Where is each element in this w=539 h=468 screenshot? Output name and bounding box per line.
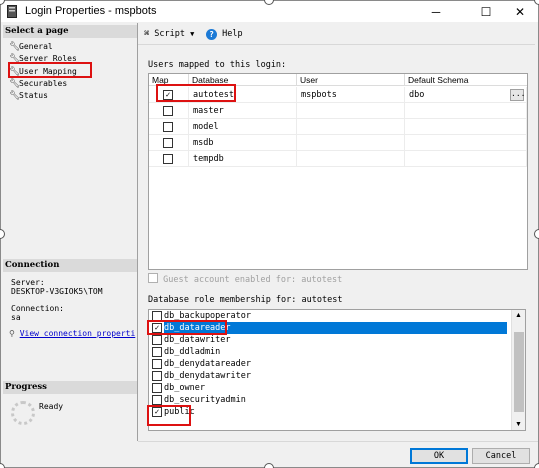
role-list-scrollbar[interactable]: ▲ ▼ bbox=[511, 310, 525, 430]
map-checkbox[interactable] bbox=[163, 106, 173, 116]
table-row[interactable]: tempdb bbox=[149, 151, 527, 167]
server-icon bbox=[7, 5, 17, 18]
role-label: db_ddladmin bbox=[164, 347, 221, 357]
user-cell[interactable] bbox=[297, 103, 405, 119]
user-cell[interactable] bbox=[297, 151, 405, 167]
left-panel: Select a page 🔧︎General 🔧︎Server Roles 🔧… bbox=[3, 23, 137, 463]
public-role-highlight bbox=[147, 405, 191, 426]
close-button[interactable]: ✕ bbox=[505, 1, 535, 22]
progress-header: Progress bbox=[3, 381, 137, 394]
help-button[interactable]: ? Help bbox=[206, 28, 243, 41]
list-item[interactable]: db_securityadmin bbox=[149, 394, 511, 406]
page-item-general[interactable]: 🔧︎General bbox=[9, 40, 53, 52]
database-cell: master bbox=[189, 103, 297, 119]
role-checkbox[interactable] bbox=[152, 383, 162, 393]
ok-button[interactable]: OK bbox=[410, 448, 468, 464]
minimize-button[interactable]: ─ bbox=[421, 1, 451, 22]
map-checkbox[interactable] bbox=[163, 154, 173, 164]
page-item-status[interactable]: 🔧︎Status bbox=[9, 89, 48, 101]
resize-handle-bottom-right[interactable] bbox=[534, 463, 539, 468]
toolbar: ⌘ Script ▼ ? Help bbox=[138, 23, 535, 45]
users-mapped-grid: Map Database User Default Schema ✓ autot… bbox=[148, 73, 528, 270]
connection-value: sa bbox=[11, 313, 21, 322]
wrench-icon: 🔧︎ bbox=[9, 90, 21, 100]
server-label: Server: bbox=[11, 278, 45, 287]
progress-spinner-icon bbox=[11, 401, 35, 425]
progress-status: Ready bbox=[39, 402, 64, 411]
role-checkbox[interactable] bbox=[152, 347, 162, 357]
role-checkbox[interactable] bbox=[152, 395, 162, 405]
schema-cell[interactable] bbox=[405, 135, 527, 151]
column-header-default-schema[interactable]: Default Schema bbox=[405, 74, 527, 86]
user-cell[interactable] bbox=[297, 135, 405, 151]
role-label: db_denydatareader bbox=[164, 359, 251, 369]
role-label: db_datawriter bbox=[164, 335, 231, 345]
wrench-icon: 🔧︎ bbox=[9, 41, 21, 51]
map-checkbox[interactable] bbox=[163, 122, 173, 132]
guest-account-checkbox[interactable] bbox=[148, 273, 158, 283]
connection-properties-icon: ⚲ bbox=[9, 329, 15, 338]
connection-label: Connection: bbox=[11, 304, 64, 313]
resize-handle-bottom[interactable] bbox=[264, 463, 274, 468]
role-membership-label: Database role membership for: autotest bbox=[148, 295, 343, 305]
schema-cell[interactable]: dbo ... bbox=[405, 87, 527, 103]
database-cell: model bbox=[189, 119, 297, 135]
resize-handle-right[interactable] bbox=[534, 229, 539, 239]
list-item[interactable]: db_owner bbox=[149, 382, 511, 394]
list-item[interactable]: db_datawriter bbox=[149, 334, 511, 346]
user-mapping-highlight bbox=[8, 62, 92, 78]
list-item[interactable]: db_denydatawriter bbox=[149, 370, 511, 382]
login-properties-window: Login Properties - mspbots ─ ☐ ✕ Select … bbox=[0, 0, 539, 468]
schema-cell[interactable] bbox=[405, 119, 527, 135]
help-icon: ? bbox=[206, 29, 217, 40]
schema-cell[interactable] bbox=[405, 103, 527, 119]
list-item[interactable]: ✓ public bbox=[149, 406, 511, 418]
server-value: DESKTOP-V3GIOK5\TOM bbox=[11, 287, 103, 296]
scrollbar-thumb[interactable] bbox=[514, 332, 524, 412]
table-row[interactable]: model bbox=[149, 119, 527, 135]
role-label: db_owner bbox=[164, 383, 205, 393]
cancel-button[interactable]: Cancel bbox=[472, 448, 530, 464]
right-panel: ⌘ Script ▼ ? Help Users mapped to this l… bbox=[138, 23, 535, 441]
autotest-row-highlight bbox=[156, 84, 236, 102]
connection-header: Connection bbox=[3, 259, 137, 272]
role-checkbox[interactable] bbox=[152, 335, 162, 345]
scroll-down-icon[interactable]: ▼ bbox=[515, 421, 522, 428]
view-connection-row: ⚲ View connection properti bbox=[9, 329, 135, 338]
window-title: Login Properties - mspbots bbox=[25, 5, 157, 17]
list-item[interactable]: db_denydatareader bbox=[149, 358, 511, 370]
database-cell: msdb bbox=[189, 135, 297, 151]
list-item[interactable]: db_ddladmin bbox=[149, 346, 511, 358]
table-row[interactable]: msdb bbox=[149, 135, 527, 151]
dialog-footer: OK Cancel bbox=[138, 441, 538, 467]
datareader-highlight bbox=[147, 320, 227, 335]
schema-cell[interactable] bbox=[405, 151, 527, 167]
table-row[interactable]: master bbox=[149, 103, 527, 119]
script-button[interactable]: ⌘ Script ▼ bbox=[144, 28, 194, 41]
schema-browse-button[interactable]: ... bbox=[510, 89, 525, 101]
map-checkbox[interactable] bbox=[163, 138, 173, 148]
role-label: db_denydatawriter bbox=[164, 371, 251, 381]
select-page-header: Select a page bbox=[3, 25, 137, 38]
page-item-securables[interactable]: 🔧︎Securables bbox=[9, 77, 67, 89]
user-cell[interactable] bbox=[297, 119, 405, 135]
guest-account-row: Guest account enabled for: autotest bbox=[148, 273, 342, 285]
view-connection-properties-link[interactable]: View connection properti bbox=[20, 329, 136, 338]
role-checkbox[interactable] bbox=[152, 371, 162, 381]
dropdown-arrow-icon[interactable]: ▼ bbox=[190, 30, 194, 38]
users-mapped-label: Users mapped to this login: bbox=[148, 60, 287, 70]
user-cell[interactable]: mspbots bbox=[297, 87, 405, 103]
guest-account-label: Guest account enabled for: autotest bbox=[163, 275, 343, 285]
script-icon: ⌘ bbox=[144, 29, 150, 39]
maximize-button[interactable]: ☐ bbox=[471, 1, 501, 22]
database-cell: tempdb bbox=[189, 151, 297, 167]
wrench-icon: 🔧︎ bbox=[9, 78, 21, 88]
scroll-up-icon[interactable]: ▲ bbox=[515, 312, 522, 319]
column-header-user[interactable]: User bbox=[297, 74, 405, 86]
role-checkbox[interactable] bbox=[152, 359, 162, 369]
